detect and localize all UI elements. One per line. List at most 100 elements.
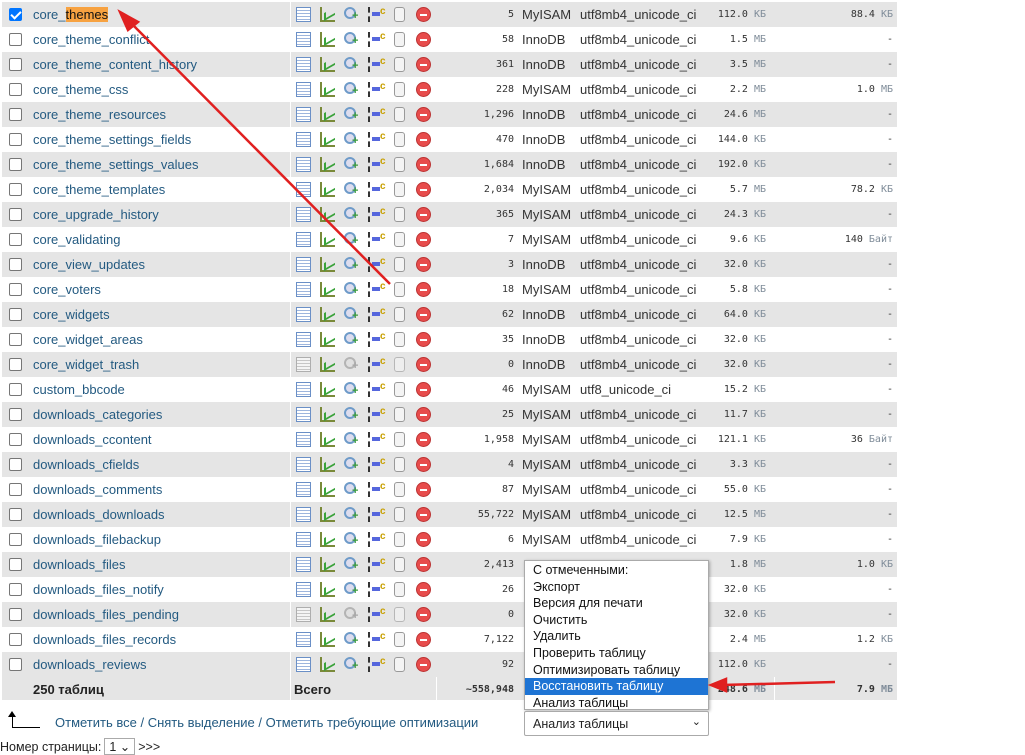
browse-icon[interactable] [296,32,311,47]
search-icon[interactable] [344,382,359,397]
drop-icon[interactable] [416,507,431,522]
row-checkbox[interactable] [9,283,22,296]
structure-icon[interactable] [320,207,335,222]
empty-icon[interactable] [394,557,405,572]
empty-icon[interactable] [394,257,405,272]
search-icon[interactable] [344,332,359,347]
with-selected-select[interactable]: Анализ таблицы ⌄ [524,711,709,736]
browse-icon[interactable] [296,407,311,422]
insert-icon[interactable] [368,256,386,272]
drop-icon[interactable] [416,57,431,72]
browse-icon[interactable] [296,532,311,547]
menu-option[interactable]: Оптимизировать таблицу [525,662,708,679]
search-icon[interactable] [344,482,359,497]
structure-icon[interactable] [320,132,335,147]
table-name-link[interactable]: downloads_ccontent [33,432,152,447]
structure-icon[interactable] [320,557,335,572]
structure-icon[interactable] [320,182,335,197]
structure-icon[interactable] [320,382,335,397]
insert-icon[interactable] [368,6,386,22]
row-checkbox[interactable] [9,333,22,346]
insert-icon[interactable] [368,531,386,547]
browse-icon[interactable] [296,107,311,122]
empty-icon[interactable] [394,582,405,597]
structure-icon[interactable] [320,157,335,172]
table-name-link[interactable]: core_voters [33,282,101,297]
table-name-link[interactable]: downloads_files_notify [33,582,164,597]
empty-icon[interactable] [394,532,405,547]
search-icon[interactable] [344,357,359,372]
empty-icon[interactable] [394,7,405,22]
empty-icon[interactable] [394,307,405,322]
structure-icon[interactable] [320,107,335,122]
row-checkbox[interactable] [9,583,22,596]
insert-icon[interactable] [368,56,386,72]
structure-icon[interactable] [320,657,335,672]
browse-icon[interactable] [296,82,311,97]
empty-icon[interactable] [394,507,405,522]
empty-icon[interactable] [394,107,405,122]
search-icon[interactable] [344,507,359,522]
table-name-link[interactable]: core_view_updates [33,257,145,272]
table-name-link[interactable]: core_theme_templates [33,182,165,197]
row-checkbox[interactable] [9,233,22,246]
row-checkbox[interactable] [9,633,22,646]
structure-icon[interactable] [320,32,335,47]
table-name-link[interactable]: core_theme_css [33,82,128,97]
row-checkbox[interactable] [9,33,22,46]
drop-icon[interactable] [416,132,431,147]
drop-icon[interactable] [416,432,431,447]
search-icon[interactable] [344,607,359,622]
structure-icon[interactable] [320,532,335,547]
insert-icon[interactable] [368,581,386,597]
row-checkbox[interactable] [9,433,22,446]
search-icon[interactable] [344,82,359,97]
table-name-link[interactable]: core_upgrade_history [33,207,159,222]
structure-icon[interactable] [320,307,335,322]
empty-icon[interactable] [394,282,405,297]
browse-icon[interactable] [296,207,311,222]
browse-icon[interactable] [296,607,311,622]
search-icon[interactable] [344,132,359,147]
table-name-link[interactable]: core_validating [33,232,120,247]
table-name-link[interactable]: core_themes [33,7,109,22]
table-name-link[interactable]: core_theme_settings_fields [33,132,191,147]
empty-icon[interactable] [394,157,405,172]
drop-icon[interactable] [416,182,431,197]
structure-icon[interactable] [320,507,335,522]
insert-icon[interactable] [368,206,386,222]
browse-icon[interactable] [296,282,311,297]
browse-icon[interactable] [296,382,311,397]
structure-icon[interactable] [320,282,335,297]
empty-icon[interactable] [394,332,405,347]
table-name-link[interactable]: core_theme_content_history [33,57,197,72]
browse-icon[interactable] [296,332,311,347]
drop-icon[interactable] [416,382,431,397]
insert-icon[interactable] [368,181,386,197]
browse-icon[interactable] [296,582,311,597]
next-page-link[interactable]: >>> [138,740,160,754]
row-checkbox[interactable] [9,158,22,171]
search-icon[interactable] [344,257,359,272]
browse-icon[interactable] [296,632,311,647]
row-checkbox[interactable] [9,458,22,471]
table-name-link[interactable]: downloads_files [33,557,126,572]
insert-icon[interactable] [368,456,386,472]
empty-icon[interactable] [394,632,405,647]
structure-icon[interactable] [320,457,335,472]
empty-icon[interactable] [394,357,405,372]
table-name-link[interactable]: downloads_files_records [33,632,176,647]
empty-icon[interactable] [394,607,405,622]
row-checkbox[interactable] [9,133,22,146]
empty-icon[interactable] [394,482,405,497]
browse-icon[interactable] [296,257,311,272]
browse-icon[interactable] [296,57,311,72]
empty-icon[interactable] [394,457,405,472]
insert-icon[interactable] [368,281,386,297]
browse-icon[interactable] [296,357,311,372]
browse-icon[interactable] [296,132,311,147]
drop-icon[interactable] [416,557,431,572]
drop-icon[interactable] [416,332,431,347]
drop-icon[interactable] [416,407,431,422]
search-icon[interactable] [344,657,359,672]
